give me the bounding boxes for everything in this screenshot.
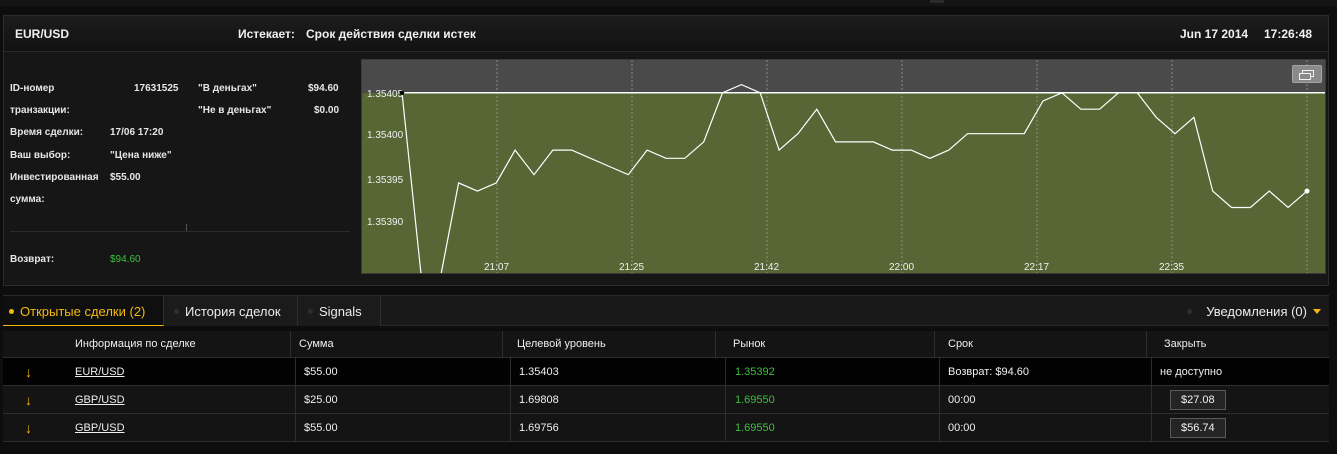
market-cell: 1.69550: [725, 386, 775, 413]
invested-label-2: сумма:: [10, 194, 45, 205]
top-strip: [0, 0, 1337, 6]
id-label: ID-номер: [10, 83, 55, 94]
pair-link[interactable]: GBP/USD: [75, 422, 125, 434]
tab-open-trades[interactable]: Открытые сделки (2): [3, 296, 164, 326]
tab-dot-icon: [9, 309, 14, 314]
col-close: Закрыть: [1146, 331, 1206, 357]
tab-label: Открытые сделки (2): [20, 304, 146, 319]
direction-cell: ↓: [3, 358, 32, 385]
col-target: Целевой уровень: [502, 331, 606, 357]
col-market: Рынок: [715, 331, 765, 357]
tab-dot-icon: [174, 309, 179, 314]
chevron-down-icon: [1313, 309, 1321, 314]
col-amount: Сумма: [290, 331, 334, 357]
table-row[interactable]: ↓ EUR/USD $55.00 1.35403 1.35392 Возврат…: [3, 358, 1329, 386]
current-price-marker: [1304, 188, 1310, 194]
choice-value: "Цена ниже": [110, 150, 172, 161]
tab-label: Signals: [319, 304, 362, 319]
header-date: Jun 17 2014: [1180, 27, 1249, 41]
term-cell: Возврат: $94.60: [939, 358, 1029, 385]
tab-signals[interactable]: Signals: [298, 296, 381, 326]
arrow-down-icon: ↓: [25, 391, 32, 408]
table-row[interactable]: ↓ GBP/USD $25.00 1.69808 1.69550 00:00 $…: [3, 386, 1329, 414]
table-header: Информация по сделке Сумма Целевой урове…: [3, 331, 1329, 358]
invested-value: $55.00: [110, 172, 141, 183]
col-info: Информация по сделке: [75, 338, 196, 350]
expires-value: Срок действия сделки истек: [306, 27, 476, 41]
pair-link[interactable]: EUR/USD: [75, 366, 125, 378]
chart-svg: 1.35405 1.35400 1.35395 1.35390 21:07 21:25 21…: [362, 60, 1325, 273]
notification-dot-icon: [1187, 309, 1193, 314]
term-cell: 00:00: [939, 386, 976, 413]
close-trade-button[interactable]: $56.74: [1170, 417, 1226, 438]
below-target-zone: [362, 92, 1325, 273]
table-row[interactable]: ↓ GBP/USD $55.00 1.69756 1.69550 00:00 $…: [3, 414, 1329, 442]
amount-cell: $55.00: [295, 358, 338, 385]
pair-cell: GBP/USD: [75, 414, 125, 441]
y-tick-label: 1.35390: [367, 217, 404, 228]
x-tick-label: 21:25: [619, 262, 644, 273]
price-chart: 1.35405 1.35400 1.35395 1.35390 21:07 21:25 21…: [361, 59, 1326, 274]
col-term: Срок: [934, 331, 973, 357]
arrow-down-icon: ↓: [25, 419, 32, 436]
close-cell: не доступно: [1151, 358, 1222, 385]
in-money-label: "В деньгах": [198, 83, 257, 94]
in-money-value: $94.60: [308, 83, 339, 94]
out-money-label: "Не в деньгах": [198, 105, 272, 116]
pair-link[interactable]: GBP/USD: [75, 394, 125, 406]
return-label: Возврат:: [10, 254, 55, 265]
expires-label: Истекает:: [238, 27, 295, 41]
amount-cell: $55.00: [295, 414, 338, 441]
pair-title: EUR/USD: [15, 27, 70, 41]
term-cell: 00:00: [939, 414, 976, 441]
direction-cell: ↓: [3, 386, 32, 413]
y-tick-label: 1.35395: [367, 175, 404, 186]
invested-label: Инвестированная: [10, 172, 99, 183]
trade-info: ID-номер транзакции: 17631525 "В деньгах…: [4, 53, 354, 286]
target-cell: 1.69756: [510, 414, 559, 441]
id-label-2: транзакции:: [10, 105, 70, 116]
above-target-zone: [362, 60, 1325, 93]
notifications-label: Уведомления (0): [1206, 304, 1307, 319]
close-cell: $27.08: [1151, 386, 1226, 413]
market-cell: 1.69550: [725, 414, 775, 441]
return-value: $94.60: [110, 254, 141, 265]
pair-cell: GBP/USD: [75, 386, 125, 413]
tab-label: История сделок: [185, 304, 281, 319]
out-money-value: $0.00: [314, 105, 340, 116]
x-tick-label: 22:17: [1024, 262, 1049, 273]
x-tick-label: 22:00: [889, 262, 914, 273]
time-label: Время сделки:: [10, 127, 84, 138]
close-trade-button[interactable]: $27.08: [1170, 389, 1226, 410]
market-cell: 1.35392: [725, 358, 775, 385]
notifications-dropdown[interactable]: Уведомления (0): [1187, 304, 1321, 319]
x-tick-label: 21:07: [484, 262, 509, 273]
choice-label: Ваш выбор:: [10, 150, 71, 161]
y-tick-label: 1.35405: [367, 89, 404, 100]
top-nub: [930, 0, 944, 3]
info-divider: [10, 231, 350, 232]
tab-history[interactable]: История сделок: [164, 296, 298, 326]
x-tick-label: 22:35: [1159, 262, 1184, 273]
y-tick-label: 1.35400: [367, 130, 404, 141]
header-time: 17:26:48: [1264, 27, 1313, 41]
tab-dot-icon: [308, 309, 313, 314]
open-trades-table: Информация по сделке Сумма Целевой урове…: [3, 331, 1329, 442]
panel-header: EUR/USD Истекает: Срок действия сделки и…: [4, 16, 1328, 52]
pair-cell: EUR/USD: [75, 358, 125, 385]
close-cell: $56.74: [1151, 414, 1226, 441]
amount-cell: $25.00: [295, 386, 338, 413]
time-value: 17/06 17:20: [110, 127, 164, 138]
trade-panel: EUR/USD Истекает: Срок действия сделки и…: [3, 15, 1329, 286]
target-cell: 1.35403: [510, 358, 559, 385]
trades-tabs: Открытые сделки (2) История сделок Signa…: [3, 295, 1329, 326]
window-icon-front: [1299, 73, 1311, 80]
id-value: 17631525: [134, 83, 179, 94]
arrow-down-icon: ↓: [25, 363, 32, 380]
entry-point-marker: [399, 90, 405, 95]
direction-cell: ↓: [3, 414, 32, 441]
x-tick-label: 21:42: [754, 262, 779, 273]
target-cell: 1.69808: [510, 386, 559, 413]
expand-chart-button[interactable]: [1292, 65, 1322, 83]
